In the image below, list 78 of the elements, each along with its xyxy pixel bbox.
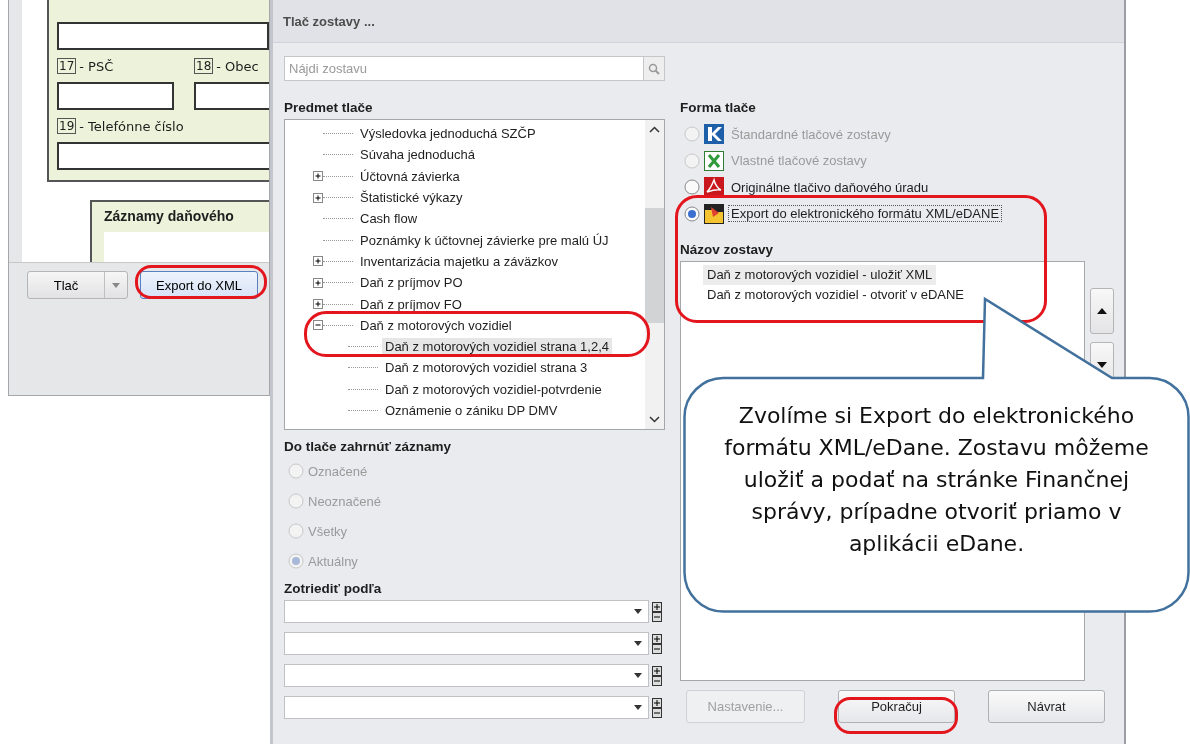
input-field[interactable] (194, 82, 269, 110)
document-icon (704, 177, 724, 198)
expand-icon[interactable] (313, 192, 323, 203)
caret-icon[interactable] (112, 282, 120, 288)
radio-label: Neoznačené (308, 493, 381, 509)
field-label: - PSČ (79, 58, 114, 74)
tree-item[interactable]: Daň z príjmov PO (357, 274, 466, 292)
spreadsheet-icon (704, 150, 724, 171)
tree-item[interactable]: Inventarizácia majetku a záväzkov (357, 252, 561, 270)
callout-text: Zvolíme si Export do elektronického formátu XML/eDane. Zostavu môžeme uložiť a podať na stránke Finančnej správy, prípadne otvoriť priamo v aplikácii eDane. (723, 402, 1150, 558)
triangle-down-icon (1097, 362, 1107, 368)
tree-item[interactable]: Výsledovka jednoduchá SZČP (357, 125, 539, 143)
triangle-up-icon (1097, 308, 1107, 314)
dialog-button[interactable]: Pokračuj (838, 690, 955, 723)
move-up-button[interactable] (1090, 288, 1114, 334)
chevron-down-icon[interactable] (649, 416, 660, 423)
tree-item[interactable]: Daň z príjmov FO (357, 295, 465, 313)
tree-item[interactable]: Súvaha jednoduchá (357, 146, 478, 164)
section-heading: Názov zostavy (680, 240, 775, 259)
chevron-up-icon[interactable] (649, 126, 660, 133)
section-heading: Do tlače zahrnúť záznamy (284, 437, 452, 456)
radio-label: Originálne tlačivo daňového úradu (730, 178, 930, 196)
caret-icon (634, 705, 642, 710)
tree-item[interactable]: Daň z motorových vozidiel strana 3 (382, 359, 591, 377)
radio-label: Aktuálny (308, 553, 358, 569)
plus-icon[interactable] (652, 665, 662, 676)
radio-button[interactable] (684, 179, 700, 196)
tree-item[interactable]: Daň z motorových vozidiel (357, 316, 515, 334)
tree-item[interactable]: Štatistické výkazy (357, 189, 466, 207)
input-field[interactable] (57, 142, 269, 170)
minus-icon[interactable] (652, 643, 662, 654)
input-field[interactable] (57, 82, 174, 110)
tree-item[interactable]: Oznámenie o zániku DP DMV (382, 402, 561, 419)
caret-icon (634, 641, 642, 646)
print-split-button[interactable]: Tlač (27, 271, 128, 299)
expand-icon[interactable] (313, 277, 323, 288)
minus-icon[interactable] (652, 707, 662, 718)
tree-item[interactable]: Daň z motorových vozidiel-potvrdenie (382, 380, 605, 398)
minus-icon[interactable] (652, 611, 662, 622)
tree-item[interactable]: Cash flow (357, 210, 421, 228)
panel-title: Záznamy daňového (104, 208, 234, 224)
caret-icon (634, 609, 642, 614)
section-heading: Predmet tlače (284, 98, 374, 117)
dialog-title: Tlač zostavy ... (273, 0, 1124, 43)
tree-item[interactable]: Poznámky k účtovnej závierke pre malú ÚJ (357, 231, 612, 249)
list-item[interactable]: Daň z motorových vozidiel - otvoriť v eDANE (703, 285, 969, 305)
section-heading: Forma tlače (680, 98, 757, 117)
radio-label: Štandardné tlačové zostavy (730, 125, 892, 143)
collapse-icon[interactable] (313, 320, 323, 331)
search-field[interactable]: Nájdi zostavu (284, 56, 643, 81)
radio-label: Všetky (308, 523, 347, 539)
expand-icon[interactable] (313, 256, 323, 267)
radio-label: Export do elektronického formátu XML/eDANE (728, 205, 1003, 223)
export-button[interactable]: Export do XML (140, 271, 258, 299)
print-button[interactable]: Tlač (28, 272, 105, 298)
tree-item[interactable]: Účtovná závierka (357, 167, 463, 185)
field-number: 18 (194, 58, 214, 74)
dialog-button[interactable]: Návrat (988, 690, 1105, 723)
scrollbar-thumb[interactable] (645, 208, 664, 323)
section-heading: Zotriediť podľa (284, 579, 383, 598)
expand-icon[interactable] (313, 171, 323, 182)
field-number: 19 (57, 118, 77, 134)
plus-icon[interactable] (652, 633, 662, 644)
expand-icon[interactable] (313, 299, 323, 309)
field-label: - Telefónne číslo (79, 118, 184, 134)
radio-label: Vlastné tlačové zostavy (730, 152, 868, 170)
list-item[interactable]: Daň z motorových vozidiel - uložiť XML (703, 265, 937, 285)
plus-icon[interactable] (652, 601, 662, 612)
input-field[interactable] (57, 22, 269, 50)
caret-icon (634, 673, 642, 678)
field-number: 17 (57, 58, 77, 74)
minus-icon[interactable] (652, 675, 662, 686)
radio-label: Označené (308, 463, 368, 479)
field-label: - Obec (216, 58, 259, 74)
folder-icon (704, 203, 724, 224)
radio-button[interactable] (684, 205, 700, 222)
plus-icon[interactable] (652, 697, 662, 708)
logo-icon (704, 124, 724, 145)
